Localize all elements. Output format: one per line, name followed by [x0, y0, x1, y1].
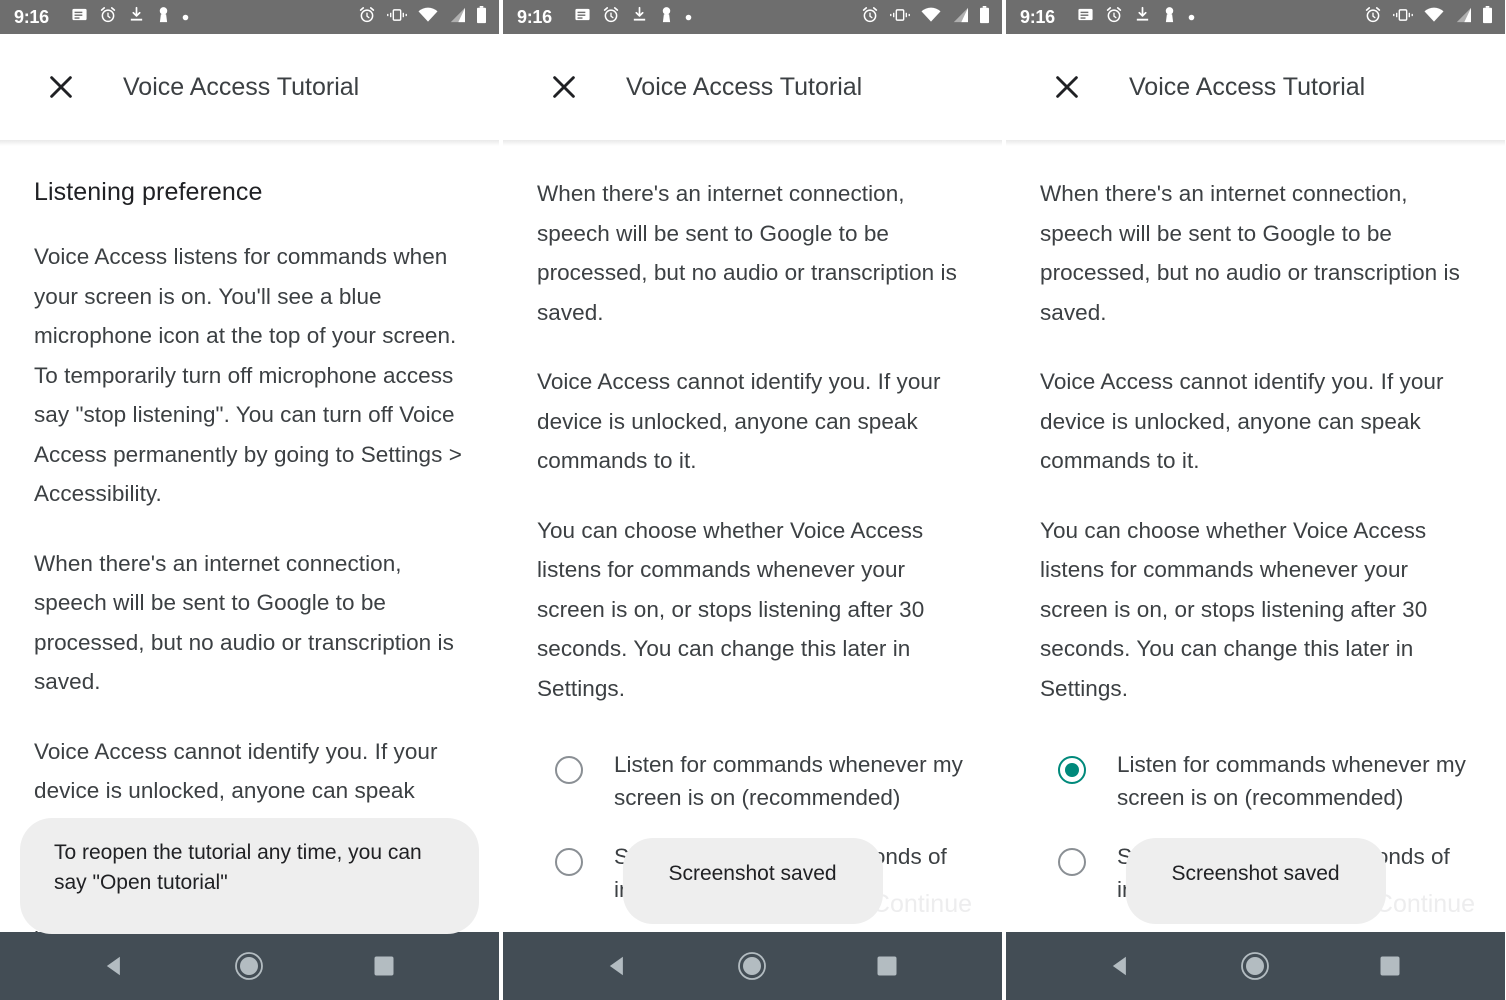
page-title: Voice Access Tutorial [626, 72, 863, 101]
status-bar-right [358, 5, 487, 29]
download-icon [1134, 6, 1151, 28]
app-bar: Voice Access Tutorial [503, 34, 1002, 146]
radio-button-icon[interactable] [555, 848, 583, 876]
panel-1: 9:16 Voice Access Tutorial Listening pre… [0, 0, 499, 1000]
option-listen-always[interactable]: Listen for commands whenever my screen i… [537, 744, 968, 814]
close-icon[interactable] [44, 70, 78, 104]
tutorial-content-2: When there's an internet connection, spe… [503, 140, 1002, 932]
screenshot-strip: 9:16 Voice Access Tutorial Listening pre… [0, 0, 1506, 1000]
navigation-bar [503, 932, 1002, 1000]
reopen-tutorial-toast: To reopen the tutorial any time, you can… [20, 818, 479, 934]
home-button[interactable] [726, 940, 778, 992]
battery-icon [979, 5, 990, 29]
panel-3: 9:16 Voice Access Tutorial When there's … [1006, 0, 1505, 1000]
close-icon[interactable] [547, 70, 581, 104]
section-title: Listening preference [34, 178, 263, 206]
recents-button[interactable] [1364, 940, 1416, 992]
dot-icon [1188, 8, 1195, 26]
status-bar: 9:16 [0, 0, 499, 34]
message-icon [1077, 6, 1094, 28]
radio-button-icon[interactable] [555, 756, 583, 784]
battery-icon [1482, 5, 1493, 29]
recents-button[interactable] [861, 940, 913, 992]
status-bar-left: 9:16 [14, 6, 189, 29]
signal-icon [448, 7, 466, 28]
alarm-icon [1364, 6, 1382, 29]
radio-button-icon[interactable] [1058, 756, 1086, 784]
status-bar-clock: 9:16 [1020, 7, 1055, 27]
paragraph-choose: You can choose whether Voice Access list… [537, 517, 925, 701]
download-icon [631, 6, 648, 28]
wifi-icon [418, 7, 438, 28]
screenshot-saved-toast: Screenshot saved [1125, 838, 1386, 924]
vpn-key-icon [1162, 6, 1177, 29]
paragraph-identify: Voice Access cannot identify you. If you… [537, 369, 941, 473]
message-icon [574, 6, 591, 28]
dot-icon [182, 8, 189, 26]
app-bar: Voice Access Tutorial [1006, 34, 1505, 146]
status-bar: 9:16 [503, 0, 1002, 34]
page-title: Voice Access Tutorial [123, 72, 360, 101]
dot-icon [685, 8, 692, 26]
close-icon[interactable] [1050, 70, 1084, 104]
alarm-icon [1105, 6, 1123, 29]
status-bar-clock: 9:16 [14, 7, 49, 27]
recents-button[interactable] [358, 940, 410, 992]
alarm-icon [861, 6, 879, 29]
paragraph-choose: You can choose whether Voice Access list… [1040, 517, 1428, 701]
radio-button-icon[interactable] [1058, 848, 1086, 876]
vpn-key-icon [659, 6, 674, 29]
back-button[interactable] [592, 940, 644, 992]
paragraph-internet: When there's an internet connection, spe… [34, 550, 454, 695]
navigation-bar [0, 932, 499, 1000]
back-button[interactable] [89, 940, 141, 992]
status-bar-right [861, 5, 990, 29]
wifi-icon [1424, 7, 1444, 28]
paragraph-internet: When there's an internet connection, spe… [1040, 181, 1460, 325]
option-listen-always[interactable]: Listen for commands whenever my screen i… [1040, 744, 1471, 814]
vpn-key-icon [156, 6, 171, 29]
paragraph-identify: Voice Access cannot identify you. If you… [1040, 369, 1444, 473]
status-bar-right [1364, 5, 1493, 29]
alarm-icon [358, 6, 376, 29]
paragraph-listens: Voice Access listens for commands when y… [34, 244, 462, 506]
tutorial-content-1: Listening preference Voice Access listen… [0, 140, 499, 932]
message-icon [71, 6, 88, 28]
tutorial-content-3: When there's an internet connection, spe… [1006, 140, 1505, 932]
navigation-bar [1006, 932, 1505, 1000]
alarm-icon [602, 6, 620, 29]
home-button[interactable] [1229, 940, 1281, 992]
vibrate-icon [1392, 7, 1414, 28]
option-label: Listen for commands whenever my screen i… [614, 752, 963, 810]
alarm-icon [99, 6, 117, 29]
battery-icon [476, 5, 487, 29]
home-button[interactable] [223, 940, 275, 992]
vibrate-icon [386, 7, 408, 28]
screenshot-saved-toast: Screenshot saved [622, 838, 883, 924]
download-icon [128, 6, 145, 28]
paragraph-internet: When there's an internet connection, spe… [537, 181, 957, 325]
status-bar-clock: 9:16 [517, 7, 552, 27]
app-bar: Voice Access Tutorial [0, 34, 499, 146]
signal-icon [951, 7, 969, 28]
vibrate-icon [889, 7, 911, 28]
back-button[interactable] [1095, 940, 1147, 992]
status-bar-left: 9:16 [1020, 6, 1195, 29]
status-bar-left: 9:16 [517, 6, 692, 29]
page-title: Voice Access Tutorial [1129, 72, 1366, 101]
wifi-icon [921, 7, 941, 28]
option-label: Listen for commands whenever my screen i… [1117, 752, 1466, 810]
status-bar: 9:16 [1006, 0, 1505, 34]
panel-2: 9:16 Voice Access Tutorial When there's … [503, 0, 1002, 1000]
signal-icon [1454, 7, 1472, 28]
